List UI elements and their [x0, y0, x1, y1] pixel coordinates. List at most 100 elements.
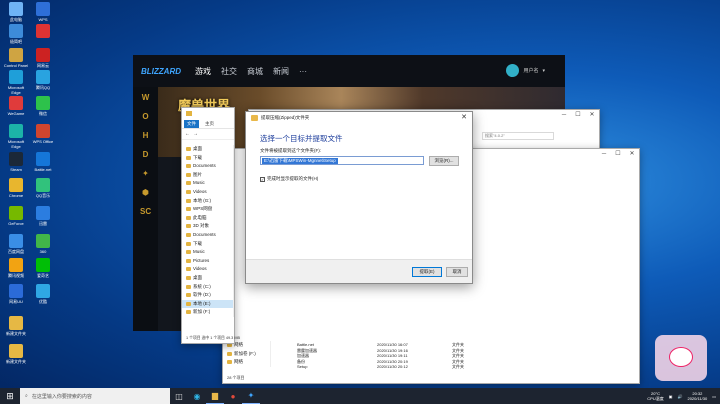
extract-button[interactable]: 提取(E): [412, 267, 442, 277]
nav-item[interactable]: 桌面: [182, 145, 233, 154]
user-name: 用户名: [523, 68, 539, 74]
game-shortcut-icon[interactable]: D: [140, 149, 151, 160]
weather-widget[interactable]: 20°C CPU温度: [647, 391, 663, 401]
nav-item[interactable]: 下载: [182, 240, 233, 249]
nav-item[interactable]: 软件 (D:): [182, 291, 233, 300]
nav-item[interactable]: 网络: [223, 358, 270, 367]
nav-item[interactable]: Documents: [182, 162, 233, 171]
task-view-icon[interactable]: ◫: [170, 388, 188, 404]
destination-path-input[interactable]: E:\迅雷下载\MPSWin-Mgnnet\Setup: [260, 156, 424, 165]
desktop-icon[interactable]: [30, 24, 56, 39]
network-icon[interactable]: ▣: [669, 394, 673, 399]
taskbar-search-box[interactable]: ⌕ 在这里输入你要搜索的内容: [20, 388, 170, 404]
game-sidebar: W O H D ✦ ⬢ SC: [133, 87, 158, 331]
minimize-icon[interactable]: ─: [557, 110, 571, 120]
show-files-checkbox-row[interactable]: ✓ 完成时显示提取的文件(H): [260, 176, 318, 182]
nav-item[interactable]: WPS网盘: [182, 205, 233, 214]
nav-item[interactable]: Music: [182, 248, 233, 257]
nav-news[interactable]: 新闻: [273, 66, 289, 77]
nav-item[interactable]: 本地 (E:): [182, 299, 233, 309]
desktop-icon[interactable]: WPS: [30, 2, 56, 22]
game-shortcut-icon[interactable]: SC: [140, 206, 151, 217]
clock[interactable]: 20:32 2020/11/30: [687, 391, 707, 401]
desktop-icon[interactable]: 此电脑: [3, 2, 29, 22]
nav-item[interactable]: 本地 (G:): [182, 197, 233, 206]
desktop-icon[interactable]: 极简吧: [3, 24, 29, 44]
close-icon[interactable]: ✕: [456, 112, 472, 124]
desktop-icon[interactable]: Control Panel: [3, 48, 29, 68]
windows-start-icon[interactable]: ⊞: [0, 388, 20, 404]
battlenet-icon[interactable]: ✦: [242, 388, 260, 404]
desktop-icon[interactable]: Chrome: [3, 178, 29, 198]
chrome-icon[interactable]: ●: [224, 388, 242, 404]
nav-item[interactable]: 新加卷 (F:): [223, 350, 270, 359]
notification-icon[interactable]: ▭: [712, 394, 716, 399]
desktop-icon[interactable]: 百度网盘: [3, 234, 29, 254]
desktop-icon[interactable]: 网易UU: [3, 284, 29, 304]
maximize-icon[interactable]: ☐: [611, 149, 625, 159]
desktop-icon-label: 优酷: [39, 299, 47, 304]
nav-item[interactable]: Documents: [182, 231, 233, 240]
desktop-icon[interactable]: Microsoft Edge: [3, 124, 29, 149]
desktop-icon[interactable]: 新建文件夹: [3, 316, 29, 336]
nav-item[interactable]: 系统 (C:): [182, 283, 233, 292]
game-shortcut-icon[interactable]: ⬢: [140, 187, 151, 198]
game-shortcut-icon[interactable]: H: [140, 130, 151, 141]
desktop-icon-label: GeForce: [8, 221, 24, 226]
game-shortcut-icon[interactable]: O: [140, 111, 151, 122]
desktop-icon[interactable]: 新建文件夹: [3, 344, 29, 364]
nav-item[interactable]: 下载: [182, 154, 233, 163]
user-profile[interactable]: 用户名 ▾: [506, 64, 545, 77]
nav-item[interactable]: Pictures: [182, 257, 233, 266]
desktop-icon[interactable]: QQ音乐: [30, 178, 56, 198]
volume-icon[interactable]: 🔊: [678, 394, 683, 399]
nav-item[interactable]: 图片: [182, 171, 233, 180]
nav-item[interactable]: 此电脑: [182, 214, 233, 223]
nav-item[interactable]: Music: [182, 179, 233, 188]
file-explorer-icon[interactable]: ▆: [206, 388, 224, 404]
nav-item[interactable]: Videos: [182, 188, 233, 197]
nav-item[interactable]: Videos: [182, 265, 233, 274]
minimize-icon[interactable]: ─: [597, 149, 611, 159]
desktop-icon[interactable]: Steam: [3, 152, 29, 172]
nav-shop[interactable]: 商城: [247, 66, 263, 77]
maximize-icon[interactable]: ☐: [571, 110, 585, 120]
desktop-icon[interactable]: 腾讯视频: [3, 258, 29, 278]
tab-home[interactable]: 主页: [205, 121, 214, 127]
desktop-icon[interactable]: WeGame: [3, 96, 29, 116]
nav-item[interactable]: 桌面: [182, 274, 233, 283]
desktop-icon[interactable]: 网易云: [30, 48, 56, 68]
desktop-icon[interactable]: 微信: [30, 96, 56, 116]
desktop-icon[interactable]: 迅雷: [30, 206, 56, 226]
back-icon[interactable]: ←: [185, 131, 190, 137]
close-icon[interactable]: ✕: [625, 149, 639, 159]
nav-item[interactable]: 3D 对象: [182, 222, 233, 231]
table-row[interactable]: Setup 2020/11/30 20:12 文件夹: [297, 364, 472, 370]
nav-item[interactable]: 新加 (F:): [182, 308, 233, 317]
nav-more[interactable]: ···: [299, 67, 307, 76]
desktop-icon[interactable]: GeForce: [3, 206, 29, 226]
clock-date: 2020/11/30: [687, 396, 708, 401]
browse-button[interactable]: 浏览(R)...: [429, 156, 459, 166]
edge-icon[interactable]: ◉: [188, 388, 206, 404]
nav-games[interactable]: 游戏: [195, 66, 211, 77]
desktop-icon[interactable]: Battle.net: [30, 152, 56, 172]
checkbox[interactable]: ✓: [260, 176, 265, 182]
desktop-icon[interactable]: 爱奇艺: [30, 258, 56, 278]
forward-icon[interactable]: →: [193, 131, 198, 137]
desktop-icon[interactable]: Microsoft Edge: [3, 70, 29, 95]
search-input[interactable]: 搜索"4.0.2": [482, 132, 554, 140]
desktop-icon[interactable]: 优酷: [30, 284, 56, 304]
close-icon[interactable]: ✕: [585, 110, 599, 120]
desktop-icon[interactable]: WPS Office: [30, 124, 56, 144]
desktop-icon-label: 腾讯QQ: [35, 85, 51, 90]
game-shortcut-icon[interactable]: ✦: [140, 168, 151, 179]
cancel-button[interactable]: 取消: [446, 267, 468, 277]
desktop-icon[interactable]: 腾讯QQ: [30, 70, 56, 90]
nav-social[interactable]: 社交: [221, 66, 237, 77]
desktop-icon[interactable]: 360: [30, 234, 56, 254]
tab-file[interactable]: 文件: [184, 119, 199, 128]
game-shortcut-icon[interactable]: W: [140, 92, 151, 103]
desktop-icon-label: Steam: [10, 167, 22, 172]
explorer-window-mid: 文件 主页 ← → 桌面 下载 Documents 图片 Music Videos 本地 (…: [181, 107, 240, 344]
